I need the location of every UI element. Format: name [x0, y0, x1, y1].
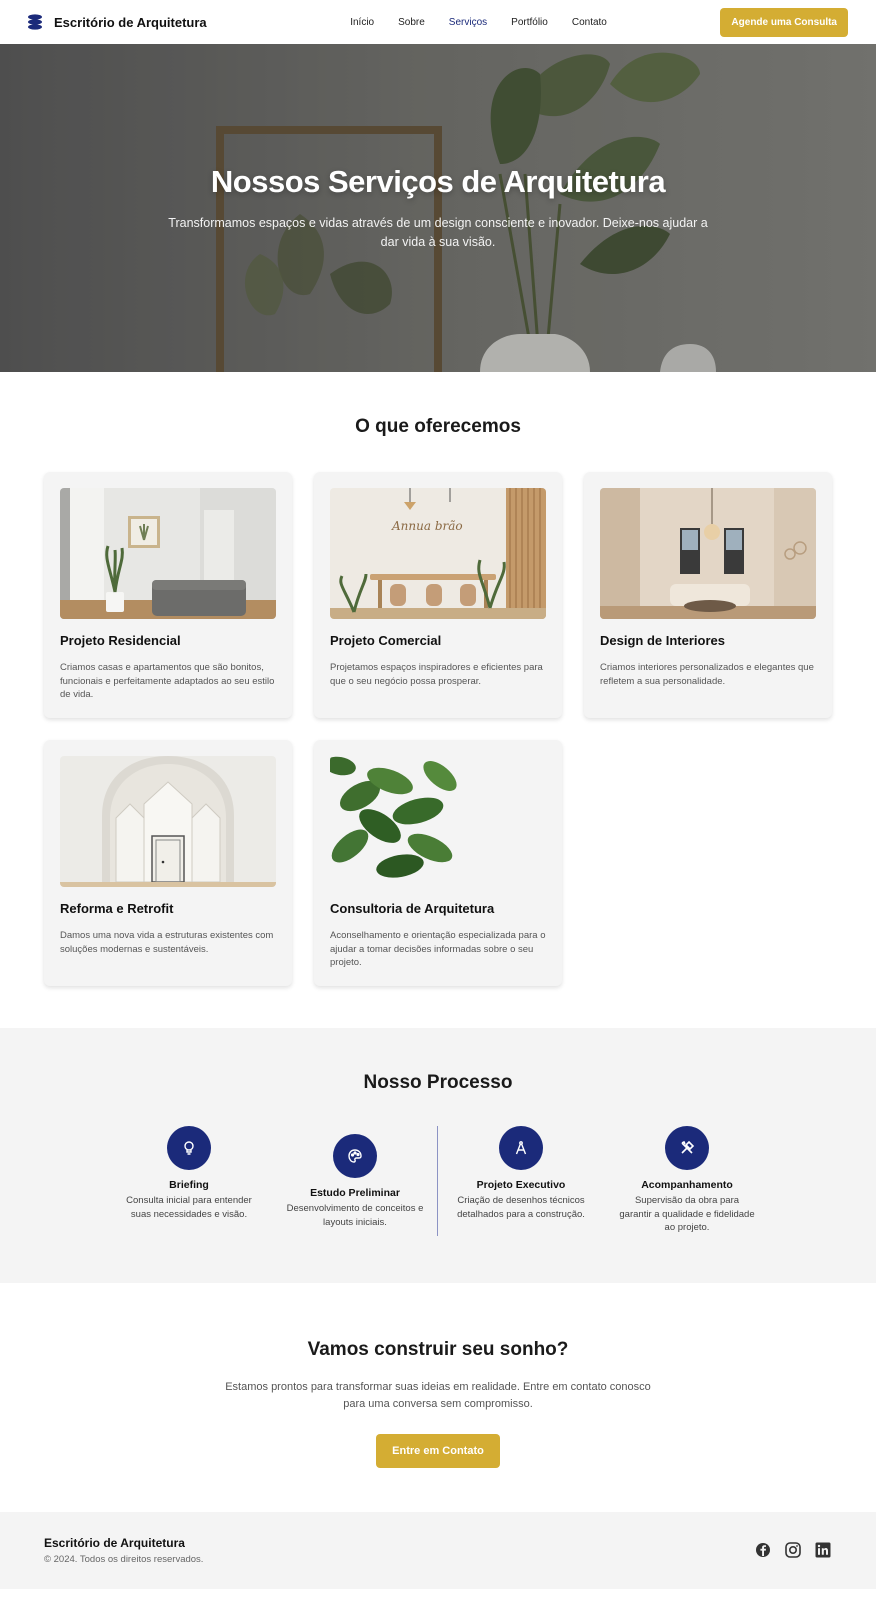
- nav-link-contato[interactable]: Contato: [572, 17, 607, 28]
- step-name: Acompanhamento: [641, 1179, 733, 1191]
- residential-room-image: [60, 488, 276, 619]
- wall-sign-text: Annua brão: [391, 519, 463, 533]
- nav-link-servicos[interactable]: Serviços: [449, 17, 487, 28]
- tools-icon: [665, 1126, 709, 1170]
- service-card-reforma[interactable]: Reforma e Retrofit Damos uma nova vida a…: [44, 740, 292, 986]
- step-description: Consulta inicial para entender suas nece…: [126, 1195, 252, 1220]
- living-room-image: [600, 488, 816, 619]
- footer-copyright: © 2024. Todos os direitos reservados.: [44, 1554, 204, 1565]
- service-title: Projeto Comercial: [330, 633, 442, 648]
- process-steps: Briefing Consulta inicial para entender …: [120, 1126, 756, 1236]
- logo-icon: [28, 14, 42, 30]
- service-card-comercial[interactable]: Annua brão Projeto Comercial Projetamos …: [314, 472, 562, 718]
- process-step-estudo: Estudo Preliminar Desenvolvimento de con…: [286, 1134, 424, 1235]
- process-section: Nosso Processo Briefing Consulta inicial…: [0, 1028, 876, 1283]
- footer-info: Escritório de Arquitetura © 2024. Todos …: [44, 1536, 203, 1565]
- service-description: Criamos interiores personalizados e eleg…: [600, 662, 814, 687]
- hero-title: Nossos Serviços de Arquitetura: [210, 164, 666, 199]
- nav-link-sobre[interactable]: Sobre: [398, 17, 425, 28]
- brand[interactable]: Escritório de Arquitetura: [28, 14, 207, 30]
- palette-icon: [333, 1134, 377, 1178]
- step-name: Projeto Executivo: [476, 1179, 566, 1191]
- service-description: Damos uma nova vida a estruturas existen…: [60, 930, 274, 955]
- commercial-office-image: Annua brão: [330, 488, 546, 619]
- cta-title: Vamos construir seu sonho?: [307, 1339, 569, 1360]
- cta-section: Vamos construir seu sonho? Estamos pront…: [0, 1283, 876, 1512]
- step-description: Desenvolvimento de conceitos e layouts i…: [286, 1203, 424, 1228]
- service-title: Reforma e Retrofit: [60, 901, 174, 916]
- footer: Escritório de Arquitetura © 2024. Todos …: [0, 1512, 876, 1589]
- compass-icon: [499, 1126, 543, 1170]
- cta-text: Estamos prontos para transformar suas id…: [225, 1381, 651, 1410]
- schedule-consultation-button[interactable]: Agende uma Consulta: [720, 7, 848, 37]
- hero-content: Nossos Serviços de Arquitetura Transform…: [0, 164, 876, 252]
- service-description: Aconselhamento e orientação especializad…: [330, 930, 546, 968]
- service-card-residencial[interactable]: Projeto Residencial Criamos casas e apar…: [44, 472, 292, 718]
- main-menu: Início Sobre Serviços Portfólio Contato: [350, 17, 607, 28]
- services-section: O que oferecemos Projeto Residencial Cri…: [0, 372, 876, 1028]
- process-step-briefing: Briefing Consulta inicial para entender …: [120, 1126, 258, 1235]
- nav-link-inicio[interactable]: Início: [350, 17, 374, 28]
- timeline-divider: [437, 1126, 438, 1236]
- linkedin-icon[interactable]: [814, 1541, 832, 1559]
- hero-section: Nossos Serviços de Arquitetura Transform…: [0, 44, 876, 372]
- renovation-model-image: [60, 756, 276, 887]
- services-grid: Projeto Residencial Criamos casas e apar…: [44, 472, 832, 986]
- ficus-plant-image: [330, 756, 546, 887]
- facebook-icon[interactable]: [754, 1541, 772, 1559]
- service-description: Criamos casas e apartamentos que são bon…: [60, 662, 275, 700]
- footer-brand: Escritório de Arquitetura: [44, 1536, 185, 1550]
- step-description: Criação de desenhos técnicos detalhados …: [457, 1195, 585, 1220]
- process-step-executivo: Projeto Executivo Criação de desenhos té…: [452, 1126, 590, 1235]
- service-card-consultoria[interactable]: Consultoria de Arquitetura Aconselhament…: [314, 740, 562, 986]
- hero-subtitle: Transformamos espaços e vidas através de…: [168, 216, 708, 249]
- contact-button[interactable]: Entre em Contato: [376, 1434, 500, 1468]
- lightbulb-icon: [167, 1126, 211, 1170]
- service-title: Design de Interiores: [600, 633, 725, 648]
- service-description: Projetamos espaços inspiradores e eficie…: [330, 662, 543, 687]
- service-card-interiores[interactable]: Design de Interiores Criamos interiores …: [584, 472, 832, 718]
- instagram-icon[interactable]: [784, 1541, 802, 1559]
- step-name: Estudo Preliminar: [310, 1187, 400, 1199]
- process-step-acompanhamento: Acompanhamento Supervisão da obra para g…: [618, 1126, 756, 1235]
- service-title: Projeto Residencial: [60, 633, 181, 648]
- step-name: Briefing: [169, 1179, 209, 1191]
- step-description: Supervisão da obra para garantir a quali…: [619, 1195, 755, 1233]
- nav-link-portfolio[interactable]: Portfólio: [511, 17, 548, 28]
- social-links: [754, 1541, 832, 1559]
- process-title: Nosso Processo: [363, 1072, 513, 1093]
- services-title: O que oferecemos: [355, 416, 521, 437]
- service-title: Consultoria de Arquitetura: [330, 901, 495, 916]
- top-navbar: Escritório de Arquitetura Início Sobre S…: [0, 0, 876, 44]
- brand-name: Escritório de Arquitetura: [54, 14, 207, 30]
